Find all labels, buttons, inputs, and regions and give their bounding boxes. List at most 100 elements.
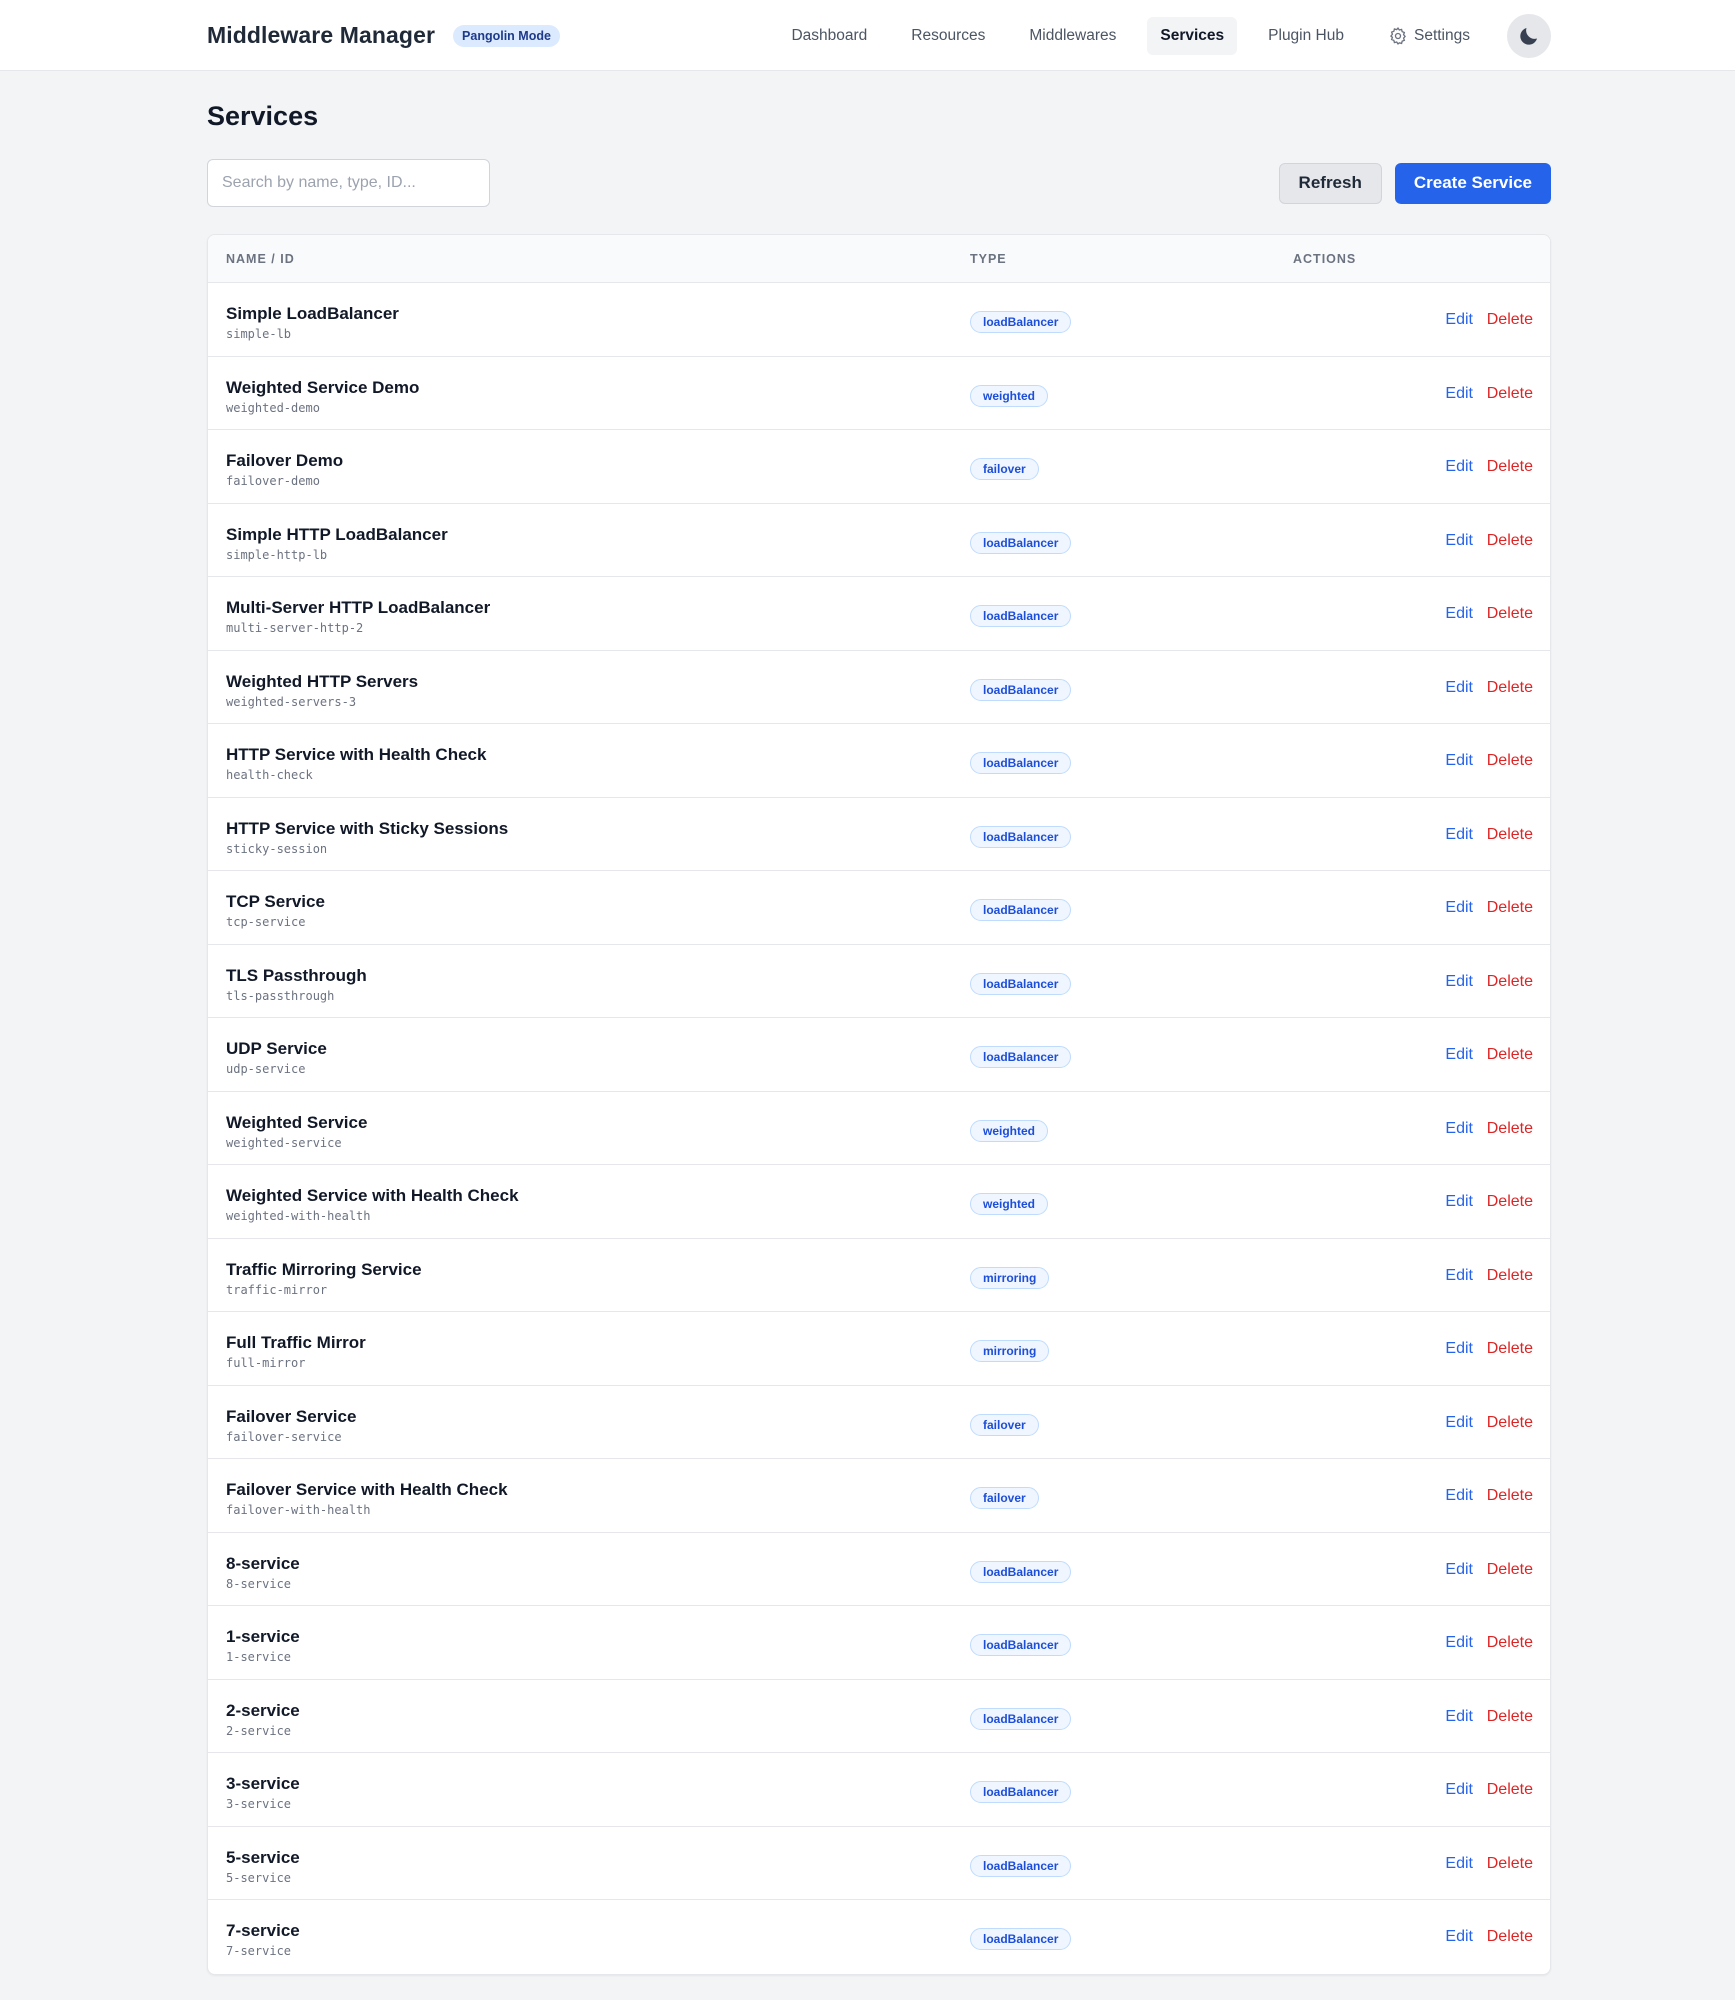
delete-button[interactable]: Delete (1487, 826, 1533, 844)
delete-button[interactable]: Delete (1487, 311, 1533, 329)
service-id: weighted-servers-3 (226, 694, 357, 709)
edit-button[interactable]: Edit (1445, 1634, 1473, 1652)
moon-icon (1520, 27, 1537, 45)
edit-button[interactable]: Edit (1445, 1340, 1473, 1358)
edit-button[interactable]: Edit (1445, 311, 1473, 329)
delete-button[interactable]: Delete (1487, 1414, 1533, 1432)
nav-settings-label: Settings (1413, 26, 1470, 44)
create-service-button[interactable]: Create Service (1394, 162, 1551, 204)
nav-middlewares[interactable]: Middlewares (1016, 17, 1129, 55)
service-id: multi-server-http-2 (226, 621, 364, 635)
table-row: Full Traffic Mirror full-mirror mirroring E… (208, 1312, 1550, 1386)
edit-button[interactable]: Edit (1445, 1855, 1473, 1873)
delete-button[interactable]: Delete (1487, 605, 1533, 623)
delete-button[interactable]: Delete (1487, 679, 1533, 697)
theme-toggle-button[interactable] (1507, 13, 1551, 58)
delete-button[interactable]: Delete (1487, 1928, 1533, 1946)
service-name: 3-service (226, 1774, 300, 1793)
service-name: Simple LoadBalancer (226, 304, 399, 323)
edit-button[interactable]: Edit (1445, 1046, 1473, 1064)
edit-button[interactable]: Edit (1445, 532, 1473, 550)
edit-button[interactable]: Edit (1445, 1928, 1473, 1946)
delete-button[interactable]: Delete (1487, 385, 1533, 403)
edit-button[interactable]: Edit (1445, 1708, 1473, 1726)
delete-button[interactable]: Delete (1487, 1855, 1533, 1873)
table-row: Simple LoadBalancer simple-lb loadBalancer… (208, 283, 1550, 357)
service-name: Simple HTTP LoadBalancer (226, 524, 448, 544)
delete-button[interactable]: Delete (1487, 1120, 1533, 1138)
service-id: 5-service (226, 1870, 292, 1885)
services-table: NAME / ID TYPE ACTIONS Simple LoadBalanc… (207, 234, 1551, 1975)
service-name: Multi-Server HTTP LoadBalancer (226, 598, 491, 617)
delete-button[interactable]: Delete (1487, 1708, 1533, 1726)
edit-button[interactable]: Edit (1445, 1267, 1473, 1285)
service-type-badge: failover (970, 458, 1039, 480)
table-row: Weighted HTTP Servers weighted-servers-3 l… (208, 651, 1550, 724)
service-type-badge: loadBalancer (970, 825, 1072, 848)
delete-button[interactable]: Delete (1487, 458, 1533, 476)
service-type-badge: loadBalancer (970, 1046, 1072, 1068)
edit-button[interactable]: Edit (1445, 752, 1473, 770)
service-id: simple-lb (226, 327, 292, 341)
app-title: Middleware Manager (207, 22, 436, 48)
edit-button[interactable]: Edit (1445, 679, 1473, 697)
nav-settings[interactable]: Settings (1375, 16, 1483, 56)
service-name: 7-service (226, 1921, 300, 1940)
service-id: tcp-service (226, 915, 306, 929)
nav-services[interactable]: Services (1147, 16, 1238, 55)
edit-button[interactable]: Edit (1445, 385, 1473, 403)
delete-button[interactable]: Delete (1487, 1781, 1533, 1799)
service-name: 5-service (226, 1847, 300, 1867)
delete-button[interactable]: Delete (1487, 1046, 1533, 1064)
service-type-badge: mirroring (970, 1340, 1050, 1362)
nav-plugin-hub[interactable]: Plugin Hub (1255, 17, 1357, 55)
service-id: sticky-session (226, 841, 328, 856)
top-navbar: Middleware Manager Pangolin Mode Dashboa… (0, 0, 1735, 71)
edit-button[interactable]: Edit (1445, 1120, 1473, 1138)
service-id: traffic-mirror (226, 1282, 328, 1297)
nav-dashboard[interactable]: Dashboard (778, 17, 880, 55)
delete-button[interactable]: Delete (1487, 899, 1533, 917)
edit-button[interactable]: Edit (1445, 1561, 1473, 1579)
service-type-badge: weighted (970, 384, 1049, 407)
column-header-actions: ACTIONS (1293, 252, 1357, 266)
service-type-badge: loadBalancer (970, 1634, 1072, 1656)
service-type-badge: loadBalancer (970, 605, 1072, 627)
delete-button[interactable]: Delete (1487, 1193, 1533, 1211)
edit-button[interactable]: Edit (1445, 1781, 1473, 1799)
edit-button[interactable]: Edit (1445, 1193, 1473, 1211)
edit-button[interactable]: Edit (1445, 973, 1473, 991)
toolbar: Refresh Create Service (207, 159, 1551, 207)
search-input[interactable] (207, 159, 490, 207)
table-header: NAME / ID TYPE ACTIONS (208, 235, 1550, 283)
service-type-badge: loadBalancer (970, 899, 1072, 921)
delete-button[interactable]: Delete (1487, 1487, 1533, 1505)
delete-button[interactable]: Delete (1487, 1267, 1533, 1285)
edit-button[interactable]: Edit (1445, 899, 1473, 917)
column-header-type: TYPE (970, 252, 1007, 266)
table-row: HTTP Service with Health Check health-che… (208, 724, 1550, 798)
edit-button[interactable]: Edit (1445, 458, 1473, 476)
nav-resources[interactable]: Resources (898, 17, 998, 55)
table-row: Traffic Mirroring Service traffic-mirror m… (208, 1239, 1550, 1312)
refresh-button[interactable]: Refresh (1278, 162, 1382, 204)
table-row: Failover Service failover-service failover… (208, 1386, 1550, 1459)
edit-button[interactable]: Edit (1445, 1487, 1473, 1505)
edit-button[interactable]: Edit (1445, 1414, 1473, 1432)
delete-button[interactable]: Delete (1487, 752, 1533, 770)
edit-button[interactable]: Edit (1445, 605, 1473, 623)
delete-button[interactable]: Delete (1487, 1634, 1533, 1652)
table-row: UDP Service udp-service loadBalancer Edit De… (208, 1018, 1550, 1092)
delete-button[interactable]: Delete (1487, 1340, 1533, 1358)
table-row: 2-service 2-service loadBalancer Edit Delete (208, 1680, 1550, 1753)
table-row: 7-service 7-service loadBalancer Edit Delete (208, 1900, 1550, 1974)
table-row: Failover Service with Health Check failov… (208, 1459, 1550, 1533)
service-name: Full Traffic Mirror (226, 1333, 366, 1352)
delete-button[interactable]: Delete (1487, 532, 1533, 550)
delete-button[interactable]: Delete (1487, 973, 1533, 991)
delete-button[interactable]: Delete (1487, 1561, 1533, 1579)
edit-button[interactable]: Edit (1445, 826, 1473, 844)
table-row: 8-service 8-service loadBalancer Edit Delete (208, 1533, 1550, 1606)
service-name: TLS Passthrough (226, 965, 367, 985)
service-id: 7-service (226, 1944, 292, 1958)
